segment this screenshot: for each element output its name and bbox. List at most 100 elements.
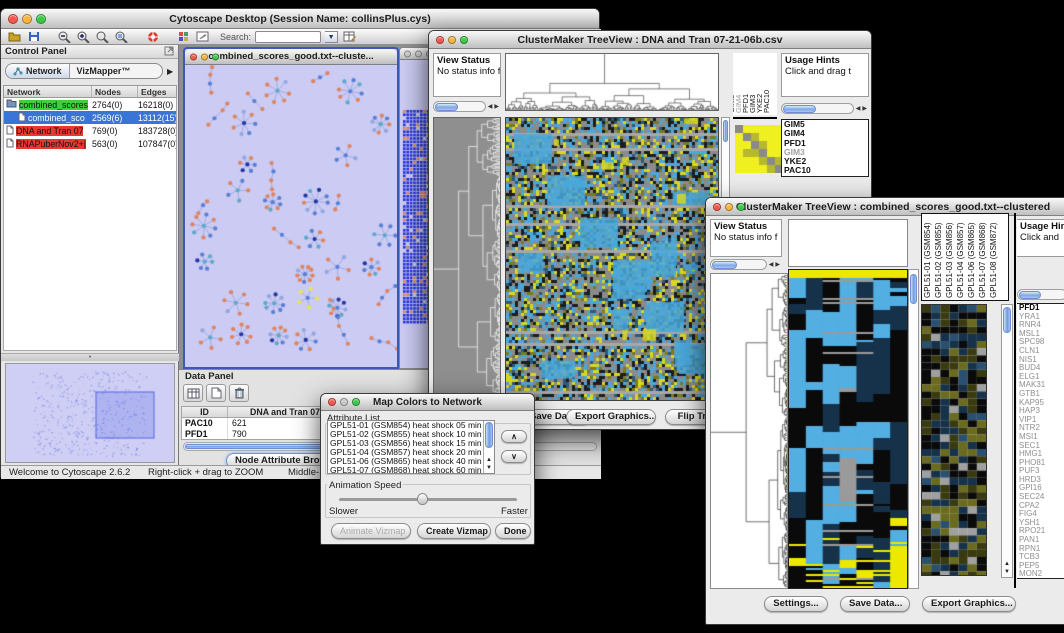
- tv2-zoom-vscrollbar[interactable]: ▲ ▼: [1001, 304, 1013, 578]
- tv1-column-dendrogram-canvas[interactable]: [505, 53, 719, 111]
- scroll-arrows-icon[interactable]: ◀▶: [769, 261, 782, 268]
- zoom-window-icon[interactable]: [460, 36, 468, 44]
- annotation-icon[interactable]: [195, 30, 210, 43]
- id-column-header[interactable]: ID: [182, 407, 228, 417]
- minimize-icon[interactable]: [448, 36, 456, 44]
- treeview1-titlebar[interactable]: ClusterMaker TreeView : DNA and Tran 07-…: [429, 31, 871, 49]
- move-up-button[interactable]: ∧: [501, 430, 527, 443]
- tv2-gene-list[interactable]: PFD1YRA1RNR4MSL1SPC98CLN1NIS1BUD4ELG1MAK…: [1017, 303, 1064, 579]
- minimize-icon[interactable]: [415, 50, 422, 57]
- tv2-gene-label[interactable]: MON2: [1017, 570, 1064, 579]
- scroll-down-icon[interactable]: ▼: [484, 465, 494, 472]
- save-icon[interactable]: [26, 30, 41, 43]
- tv1-gene-label[interactable]: PAC10: [782, 166, 868, 175]
- col-edges[interactable]: Edges: [138, 86, 176, 97]
- network-tree-row[interactable]: combined_sco2569(6)13112(15): [4, 111, 176, 124]
- tv2-heatmap-vscrollbar[interactable]: [908, 269, 919, 589]
- scroll-down-icon[interactable]: ▼: [1002, 569, 1012, 576]
- minimize-icon[interactable]: [725, 203, 733, 211]
- vscroll-thumb[interactable]: [910, 274, 917, 304]
- search-dropdown-icon[interactable]: ▼: [325, 31, 338, 43]
- treeview2-window[interactable]: ClusterMaker TreeView : combined_scores_…: [705, 197, 1064, 625]
- minimize-icon[interactable]: [340, 398, 348, 406]
- dialog-titlebar[interactable]: Map Colors to Network: [321, 394, 534, 411]
- zoom-in-icon[interactable]: [76, 30, 91, 43]
- zoom-out-icon[interactable]: [57, 30, 72, 43]
- new-attribute-icon[interactable]: [206, 384, 226, 402]
- hscroll-thumb[interactable]: [712, 261, 737, 269]
- network-graph-canvas[interactable]: [185, 65, 397, 367]
- vscroll-thumb[interactable]: [723, 120, 728, 142]
- close-icon[interactable]: [190, 53, 197, 60]
- scroll-arrows-icon[interactable]: ◀▶: [856, 105, 869, 112]
- tv2-left-hscrollbar[interactable]: ◀▶: [710, 259, 782, 270]
- col-network[interactable]: Network: [4, 86, 92, 97]
- zoom-window-icon[interactable]: [352, 398, 360, 406]
- hscroll-thumb[interactable]: [1019, 291, 1041, 299]
- tv1-gene-list[interactable]: GIM5GIM4PFD1GIM3YKE2PAC10: [781, 119, 869, 177]
- tv2-row-dendrogram-canvas[interactable]: [710, 273, 788, 589]
- zoom-window-icon[interactable]: [212, 53, 219, 60]
- zoom-selected-icon[interactable]: [114, 30, 129, 43]
- tv1-left-hscrollbar[interactable]: ◀▶: [433, 101, 501, 112]
- treeview2-titlebar[interactable]: ClusterMaker TreeView : combined_scores_…: [706, 198, 1064, 216]
- scroll-arrows-icon[interactable]: ◀▶: [488, 103, 501, 110]
- attribute-list-scrollbar[interactable]: ▲ ▼: [483, 421, 494, 473]
- vscroll-thumb[interactable]: [485, 422, 493, 448]
- zoom-fit-icon[interactable]: [95, 30, 110, 43]
- tabs-overflow-icon[interactable]: ▶: [167, 67, 173, 76]
- delete-attribute-icon[interactable]: [229, 384, 249, 402]
- panel-splitter[interactable]: ●: [1, 353, 179, 361]
- zoom-window-icon[interactable]: [36, 14, 46, 24]
- network-view-window[interactable]: combined_scores_good.txt--cluste...: [183, 47, 399, 369]
- speed-slider-track[interactable]: [339, 498, 517, 501]
- close-icon[interactable]: [8, 14, 18, 24]
- tab-network[interactable]: Network: [6, 64, 69, 78]
- tv2-heatmap-canvas[interactable]: [788, 269, 908, 589]
- zoom-window-icon[interactable]: [737, 203, 745, 211]
- vizmapper-icon[interactable]: [176, 30, 191, 43]
- tv1-summary-matrix-canvas[interactable]: [735, 125, 783, 173]
- animate-vizmap-button[interactable]: Animate Vizmap: [331, 523, 411, 539]
- network-tree-row[interactable]: combined_scores2764(0)16218(0): [4, 98, 176, 111]
- help-lifesaver-icon[interactable]: [145, 30, 160, 43]
- tv1-heatmap-canvas[interactable]: [505, 117, 719, 401]
- create-vizmap-button[interactable]: Create Vizmap: [417, 523, 491, 539]
- close-icon[interactable]: [713, 203, 721, 211]
- tv2-right-hscrollbar[interactable]: [1017, 289, 1064, 300]
- birdseye-overview[interactable]: [5, 363, 175, 463]
- col-nodes[interactable]: Nodes: [92, 86, 138, 97]
- attribute-select-icon[interactable]: [183, 384, 203, 402]
- tv1-right-hscrollbar[interactable]: ◀▶: [781, 103, 869, 114]
- open-file-icon[interactable]: [7, 30, 22, 43]
- speed-slider-thumb[interactable]: [417, 493, 428, 505]
- network-tree-row[interactable]: DNA and Tran 07769(0)183728(0): [4, 124, 176, 137]
- search-input[interactable]: [255, 31, 321, 43]
- move-down-button[interactable]: ∨: [501, 450, 527, 463]
- tab-vizmapper[interactable]: VizMapper™: [69, 64, 138, 78]
- float-panel-icon[interactable]: [164, 46, 174, 59]
- network-tree-row[interactable]: RNAPuberNov2+|563(0)107847(0): [4, 137, 176, 150]
- done-button[interactable]: Done: [495, 523, 531, 539]
- minimize-icon[interactable]: [201, 53, 208, 60]
- map-colors-dialog[interactable]: Map Colors to Network Attribute List GPL…: [320, 393, 535, 545]
- hscroll-thumb[interactable]: [435, 103, 458, 111]
- close-icon[interactable]: [404, 50, 411, 57]
- scroll-up-icon[interactable]: ▲: [1002, 561, 1012, 568]
- attribute-list-item[interactable]: GPL51-07 (GSM868) heat shock 60 min: [328, 466, 494, 474]
- tv1-row-dendrogram-canvas[interactable]: [433, 117, 501, 401]
- minimize-icon[interactable]: [22, 14, 32, 24]
- close-icon[interactable]: [436, 36, 444, 44]
- close-icon[interactable]: [328, 398, 336, 406]
- birdseye-canvas[interactable]: [6, 364, 174, 462]
- network-view-titlebar[interactable]: combined_scores_good.txt--cluste...: [185, 49, 397, 65]
- tv2-save-data-button[interactable]: Save Data...: [840, 596, 910, 612]
- tv2-settings-button[interactable]: Settings...: [764, 596, 828, 612]
- tv1-export-graphics-button[interactable]: Export Graphics...: [566, 409, 656, 425]
- window-controls[interactable]: [8, 14, 46, 24]
- tv2-zoom-heatmap-canvas[interactable]: [921, 304, 987, 576]
- table-edit-icon[interactable]: [342, 30, 357, 43]
- vscroll-thumb[interactable]: [1003, 307, 1011, 333]
- scroll-up-icon[interactable]: ▲: [484, 457, 494, 464]
- tv2-export-graphics-button[interactable]: Export Graphics...: [922, 596, 1016, 612]
